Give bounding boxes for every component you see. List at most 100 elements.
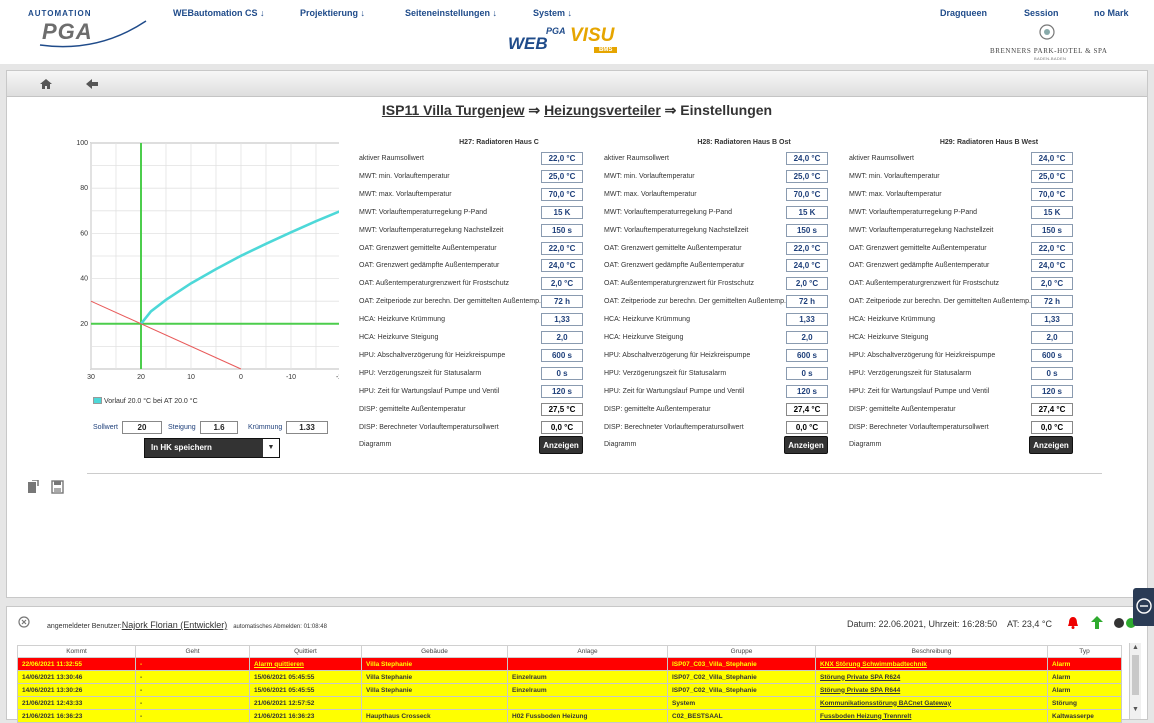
table-row[interactable]: 14/06/2021 13:30:46-15/06/2021 05:45:55 V… — [17, 670, 1122, 684]
nav-projektierung[interactable]: Projektierung ↓ — [300, 8, 365, 18]
scroll-thumb[interactable] — [1132, 655, 1139, 695]
table-row[interactable]: 14/06/2021 13:30:26-15/06/2021 05:45:55 V… — [17, 683, 1122, 697]
table-cell: Alarm — [1047, 657, 1122, 671]
param-value[interactable]: 0 s — [1031, 366, 1073, 380]
hotel-location: BADEN-BADEN — [1034, 56, 1067, 61]
param-value[interactable]: 24,0 °C — [541, 259, 583, 273]
param-value[interactable]: 22,0 °C — [1031, 241, 1073, 255]
param-value[interactable]: 22,0 °C — [541, 152, 583, 165]
param-value[interactable]: 24,0 °C — [1031, 259, 1073, 273]
param-value[interactable]: 0 s — [786, 366, 828, 380]
param-value[interactable]: 22,0 °C — [786, 241, 828, 255]
table-cell: - — [135, 709, 250, 723]
param-value[interactable]: 600 s — [786, 348, 828, 362]
param-value: 27,5 °C — [541, 402, 583, 416]
param-value[interactable]: 0 s — [541, 366, 583, 380]
column-header[interactable]: Gruppe — [667, 645, 816, 658]
nav-seiteneinstellungen[interactable]: Seiteneinstellungen ↓ — [405, 8, 497, 18]
param-label: OAT: Grenzwert gemittelte Außentemperatu… — [359, 244, 497, 252]
param-value: 0,0 °C — [786, 420, 828, 434]
table-cell: 21/06/2021 12:43:33 — [17, 696, 136, 710]
sollwert-input[interactable]: 20 — [122, 421, 162, 434]
scroll-up-icon[interactable]: ▲ — [1130, 643, 1141, 653]
param-value[interactable]: 22,0 °C — [541, 241, 583, 255]
column-title: H27: Radiatoren Haus C — [459, 139, 539, 146]
close-circle-icon[interactable] — [18, 616, 30, 628]
param-value[interactable]: 2,0 — [1031, 331, 1073, 344]
param-value[interactable]: 24,0 °C — [786, 259, 828, 273]
nav-session[interactable]: Session — [1024, 8, 1059, 18]
param-value[interactable]: 2,0 °C — [541, 277, 583, 291]
param-value[interactable]: 150 s — [786, 223, 828, 237]
param-value[interactable]: 120 s — [786, 384, 828, 398]
param-value[interactable]: 70,0 °C — [786, 187, 828, 201]
param-value[interactable]: 120 s — [541, 384, 583, 398]
param-value[interactable]: 15 K — [541, 205, 583, 219]
kruemmung-input[interactable]: 1.33 — [286, 421, 328, 434]
side-panel-tab[interactable] — [1133, 588, 1154, 626]
arrow-up-icon[interactable] — [1091, 616, 1103, 629]
steigung-input[interactable]: 1.6 — [200, 421, 238, 434]
param-value[interactable]: 25,0 °C — [1031, 169, 1073, 183]
table-row[interactable]: 22/06/2021 11:32:55- Alarm quittieren Vill… — [17, 657, 1122, 671]
breadcrumb-villa-turgenjew[interactable]: ISP11 Villa Turgenjew — [382, 102, 525, 118]
column-header[interactable]: Quittiert — [249, 645, 362, 658]
show-diagram-button[interactable]: Anzeigen — [1029, 436, 1073, 455]
param-value[interactable]: 120 s — [1031, 384, 1073, 398]
param-value[interactable]: 24,0 °C — [786, 152, 828, 165]
param-value[interactable]: 150 s — [541, 223, 583, 237]
table-cell[interactable]: Alarm quittieren — [249, 657, 362, 671]
nav-system[interactable]: System ↓ — [533, 8, 572, 18]
param-value[interactable]: 1,33 — [786, 313, 828, 327]
show-diagram-button[interactable]: Anzeigen — [539, 436, 583, 455]
param-value[interactable]: 2,0 — [541, 331, 583, 344]
param-value[interactable]: 25,0 °C — [541, 169, 583, 183]
nav-no-mark[interactable]: no Mark — [1094, 8, 1129, 18]
table-row[interactable]: 21/06/2021 16:36:23-21/06/2021 16:36:23 H… — [17, 709, 1122, 723]
param-value[interactable]: 2,0 °C — [1031, 277, 1073, 291]
user-name[interactable]: Najork Florian (Entwickler) — [122, 620, 228, 630]
param-value[interactable]: 150 s — [1031, 223, 1073, 237]
nav-webautomation[interactable]: WEBautomation CS ↓ — [173, 8, 265, 18]
table-cell — [507, 657, 668, 671]
column-header[interactable]: Anlage — [507, 645, 668, 658]
param-value[interactable]: 72 h — [786, 295, 828, 309]
panel-toggle-icon — [1136, 598, 1152, 614]
param-value[interactable]: 1,33 — [1031, 313, 1073, 327]
pga-logo[interactable]: AUTOMATION PGA — [28, 9, 153, 49]
param-value[interactable]: 70,0 °C — [1031, 187, 1073, 201]
param-value[interactable]: 24,0 °C — [1031, 152, 1073, 165]
param-value[interactable]: 15 K — [1031, 205, 1073, 219]
param-value[interactable]: 2,0 °C — [786, 277, 828, 291]
breadcrumb-heizungsverteiler[interactable]: Heizungsverteiler — [544, 102, 661, 118]
column-title: H28: Radiatoren Haus B Ost — [697, 139, 791, 146]
param-value[interactable]: 70,0 °C — [541, 187, 583, 201]
param-value[interactable]: 600 s — [541, 348, 583, 362]
param-value[interactable]: 1,33 — [541, 313, 583, 327]
param-value[interactable]: 600 s — [1031, 348, 1073, 362]
param-label: MWT: min. Vorlauftemperatur — [849, 172, 940, 180]
bell-icon[interactable] — [1067, 616, 1079, 629]
column-header[interactable]: Geht — [135, 645, 250, 658]
home-icon[interactable] — [39, 78, 53, 90]
arrow-left-icon[interactable] — [85, 78, 99, 90]
table-row[interactable]: 21/06/2021 12:43:33-21/06/2021 12:57:52 S… — [17, 696, 1122, 710]
param-label: HPU: Zeit für Wartungslauf Pumpe und Ven… — [849, 387, 990, 395]
column-header[interactable]: Gebäude — [361, 645, 508, 658]
param-value[interactable]: 72 h — [1031, 295, 1073, 309]
param-value[interactable]: 2,0 — [786, 331, 828, 344]
column-header[interactable]: Beschreibung — [815, 645, 1048, 658]
param-value[interactable]: 25,0 °C — [786, 169, 828, 183]
param-label: MWT: Vorlauftemperaturregelung Nachstell… — [359, 226, 504, 234]
scroll-down-icon[interactable]: ▼ — [1130, 705, 1141, 715]
save-hk-select[interactable]: In HK speichern ▼ — [144, 438, 280, 458]
column-header[interactable]: Kommt — [17, 645, 136, 658]
save-icon[interactable] — [51, 480, 64, 494]
column-header[interactable]: Typ — [1047, 645, 1122, 658]
param-value[interactable]: 72 h — [541, 295, 583, 309]
show-diagram-button[interactable]: Anzeigen — [784, 436, 828, 455]
param-value[interactable]: 15 K — [786, 205, 828, 219]
table-scrollbar[interactable]: ▲ ▼ — [1129, 643, 1141, 719]
export-icon[interactable] — [27, 480, 39, 494]
nav-user-dragqueen[interactable]: Dragqueen — [940, 8, 987, 18]
